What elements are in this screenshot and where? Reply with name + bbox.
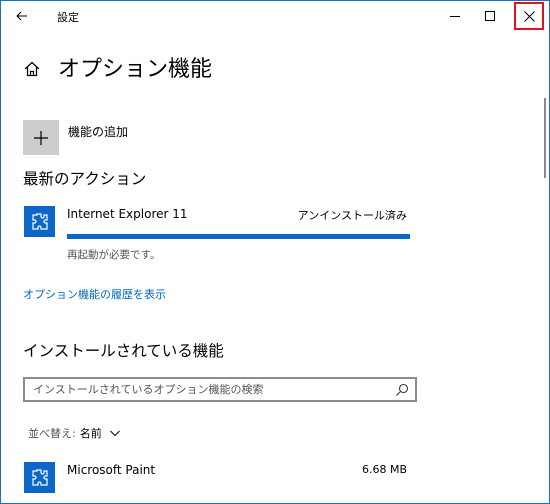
- puzzle-icon: [24, 462, 55, 493]
- restart-required-note: 再起動が必要です。: [67, 249, 161, 261]
- search-icon[interactable]: [395, 383, 409, 397]
- sort-value: 名前: [79, 427, 102, 440]
- minimize-button[interactable]: [438, 1, 472, 31]
- installed-features-heading: インストールされている機能: [23, 342, 224, 360]
- scrollbar-thumb[interactable]: [544, 98, 546, 178]
- close-button[interactable]: [514, 2, 544, 30]
- page-title: オプション機能: [58, 57, 213, 82]
- search-box[interactable]: [23, 377, 417, 402]
- installed-feature-name[interactable]: Microsoft Paint: [67, 463, 155, 477]
- recent-feature-status: アンインストール済み: [297, 209, 407, 222]
- chevron-down-icon: [109, 430, 120, 437]
- uninstall-progress-bar: [67, 234, 410, 239]
- plus-icon: [34, 130, 48, 145]
- sort-dropdown[interactable]: 並べ替え: 名前: [28, 425, 121, 441]
- add-feature-label[interactable]: 機能の追加: [68, 123, 128, 140]
- sort-label: 並べ替え:: [28, 427, 76, 440]
- close-icon: [523, 10, 535, 22]
- settings-window: 設定 オプション機能 機能の追加 最新のアクション Internet Explo…: [0, 0, 550, 504]
- title-bar: 設定: [1, 1, 549, 32]
- add-feature-button[interactable]: [23, 120, 59, 155]
- maximize-icon: [485, 11, 495, 21]
- back-arrow-icon: [16, 11, 27, 21]
- minimize-icon: [450, 16, 460, 17]
- home-icon[interactable]: [22, 59, 42, 79]
- back-button[interactable]: [7, 2, 37, 30]
- search-input[interactable]: [33, 381, 383, 398]
- maximize-button[interactable]: [473, 1, 507, 31]
- window-title: 設定: [57, 11, 79, 24]
- puzzle-icon: [24, 206, 55, 237]
- installed-feature-size: 6.68 MB: [361, 463, 407, 476]
- progress-fill: [67, 234, 410, 239]
- recent-actions-heading: 最新のアクション: [23, 170, 147, 188]
- recent-feature-name: Internet Explorer 11: [67, 207, 188, 221]
- view-history-link[interactable]: オプション機能の履歴を表示: [23, 286, 166, 302]
